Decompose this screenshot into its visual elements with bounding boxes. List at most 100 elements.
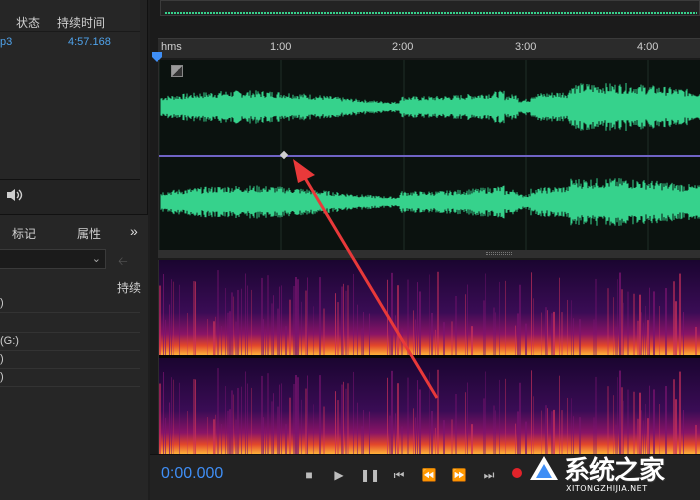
spectral-streak <box>361 426 363 454</box>
spectral-streak <box>645 305 646 355</box>
spectral-streak <box>647 320 649 355</box>
spectral-streak <box>505 378 506 454</box>
spectral-streak <box>499 281 500 355</box>
tab-properties[interactable]: 属性 <box>77 225 101 242</box>
spectral-streak <box>163 273 164 355</box>
spectral-streak <box>217 270 219 355</box>
spectral-streak <box>289 299 291 355</box>
spectral-streak <box>217 368 219 454</box>
spectral-streak <box>337 400 339 454</box>
file-row[interactable]: p3 4:57.168 <box>0 34 140 50</box>
spectral-streak <box>207 416 208 454</box>
spectral-streak <box>307 375 308 454</box>
spectral-streak <box>305 290 307 355</box>
spectral-streak <box>613 395 614 454</box>
play-button[interactable]: ▶ <box>330 466 348 484</box>
list-item[interactable] <box>0 315 140 333</box>
go-to-start-button[interactable]: ⏮ <box>390 466 408 484</box>
spectral-streak <box>225 386 226 454</box>
splitter-grip-icon[interactable] <box>486 252 512 255</box>
spectral-streak <box>649 385 650 454</box>
spectral-streak <box>675 399 677 454</box>
tab-markers[interactable]: 标记 <box>12 225 36 242</box>
spectral-streak <box>263 417 264 454</box>
column-header-duration-short[interactable]: 持续 <box>117 279 141 296</box>
spectral-streak <box>437 369 439 454</box>
files-panel: 状态 持续时间 p3 4:57.168 <box>0 0 140 180</box>
waveform-view[interactable] <box>158 60 700 250</box>
spectral-streak <box>319 277 321 355</box>
spectral-streak <box>407 377 409 454</box>
list-item[interactable]: (G:) <box>0 333 140 351</box>
spectral-streak <box>443 420 445 454</box>
spectral-view[interactable] <box>158 260 700 454</box>
spectral-streak <box>643 322 644 355</box>
spectral-streak <box>619 370 621 454</box>
spectral-streak <box>397 285 399 355</box>
spectral-streak <box>159 285 161 355</box>
overview-navigator[interactable] <box>160 0 700 16</box>
spectral-streak <box>675 301 677 355</box>
list-item[interactable]: ) <box>0 295 140 313</box>
spectral-streak <box>567 299 568 355</box>
spectral-streak <box>455 393 457 454</box>
spectral-streak <box>389 317 391 355</box>
snap-toggle-icon[interactable] <box>171 65 183 77</box>
spectral-streak <box>231 390 233 454</box>
speaker-icon[interactable] <box>4 188 26 205</box>
spectral-streak <box>645 403 646 454</box>
spectral-streak <box>499 379 500 454</box>
spectral-streak <box>485 273 486 355</box>
spectral-streak <box>245 371 246 454</box>
marker-dropdown[interactable]: ⌄ <box>0 249 106 269</box>
tab-overflow[interactable]: » <box>130 223 138 239</box>
watermark-brand: 系统之家 <box>564 456 665 486</box>
spectral-streak <box>531 272 532 355</box>
ruler-label: 4:00 <box>637 41 659 53</box>
chevron-down-icon: ⌄ <box>91 253 101 265</box>
back-arrow-icon[interactable]: 🡠 <box>118 252 128 273</box>
spectral-streak <box>641 312 642 355</box>
spectral-streak <box>483 300 485 355</box>
spectral-streak <box>173 379 174 454</box>
spectral-streak <box>413 408 414 454</box>
spectral-streak <box>235 419 237 454</box>
watermark: 系统之家 XITONGZHIJIA.NET <box>520 448 700 500</box>
spectral-streak <box>387 377 388 454</box>
spectral-streak <box>277 406 279 454</box>
stop-button[interactable]: ■ <box>300 466 318 484</box>
spectral-streak <box>163 371 164 454</box>
spectral-streak <box>415 319 416 355</box>
waveform-channel-left <box>160 83 700 131</box>
column-header-status[interactable]: 状态 <box>16 14 40 31</box>
spectral-streak <box>265 329 266 355</box>
list-item[interactable]: ) <box>0 369 140 387</box>
pause-button[interactable]: ❚❚ <box>360 466 380 484</box>
spectral-streak <box>353 371 354 454</box>
fast-forward-button[interactable]: ⏩ <box>450 466 468 484</box>
spectral-streak <box>465 392 466 454</box>
spectral-streak <box>251 289 252 355</box>
spectral-streak <box>553 311 555 355</box>
spectral-streak <box>335 391 336 454</box>
spectral-streak <box>347 383 349 454</box>
spectral-streak <box>221 423 222 454</box>
timecode-display[interactable]: 0:00.000 <box>161 465 223 483</box>
column-header-duration[interactable]: 持续时间 <box>57 14 105 31</box>
spectral-streak <box>679 371 681 454</box>
spectral-streak <box>443 322 445 355</box>
rewind-button[interactable]: ⏪ <box>420 466 438 484</box>
spectral-streak <box>245 273 246 355</box>
go-to-end-button[interactable]: ⏭ <box>480 466 498 484</box>
spectral-streak <box>401 328 403 355</box>
spectral-streak <box>665 288 667 355</box>
spectral-streak <box>639 392 641 454</box>
spectral-streak <box>621 387 623 454</box>
spectral-streak <box>363 311 364 355</box>
ruler-label: 1:00 <box>270 41 292 53</box>
properties-panel: 标记 属性 » ⌄ 🡠 持续 ) (G:) ) ) <box>0 214 148 500</box>
time-ruler[interactable]: hms 1:00 2:00 3:00 4:00 <box>158 38 700 58</box>
list-item[interactable]: ) <box>0 351 140 369</box>
spectral-streak <box>279 286 280 355</box>
view-splitter[interactable] <box>158 250 700 258</box>
